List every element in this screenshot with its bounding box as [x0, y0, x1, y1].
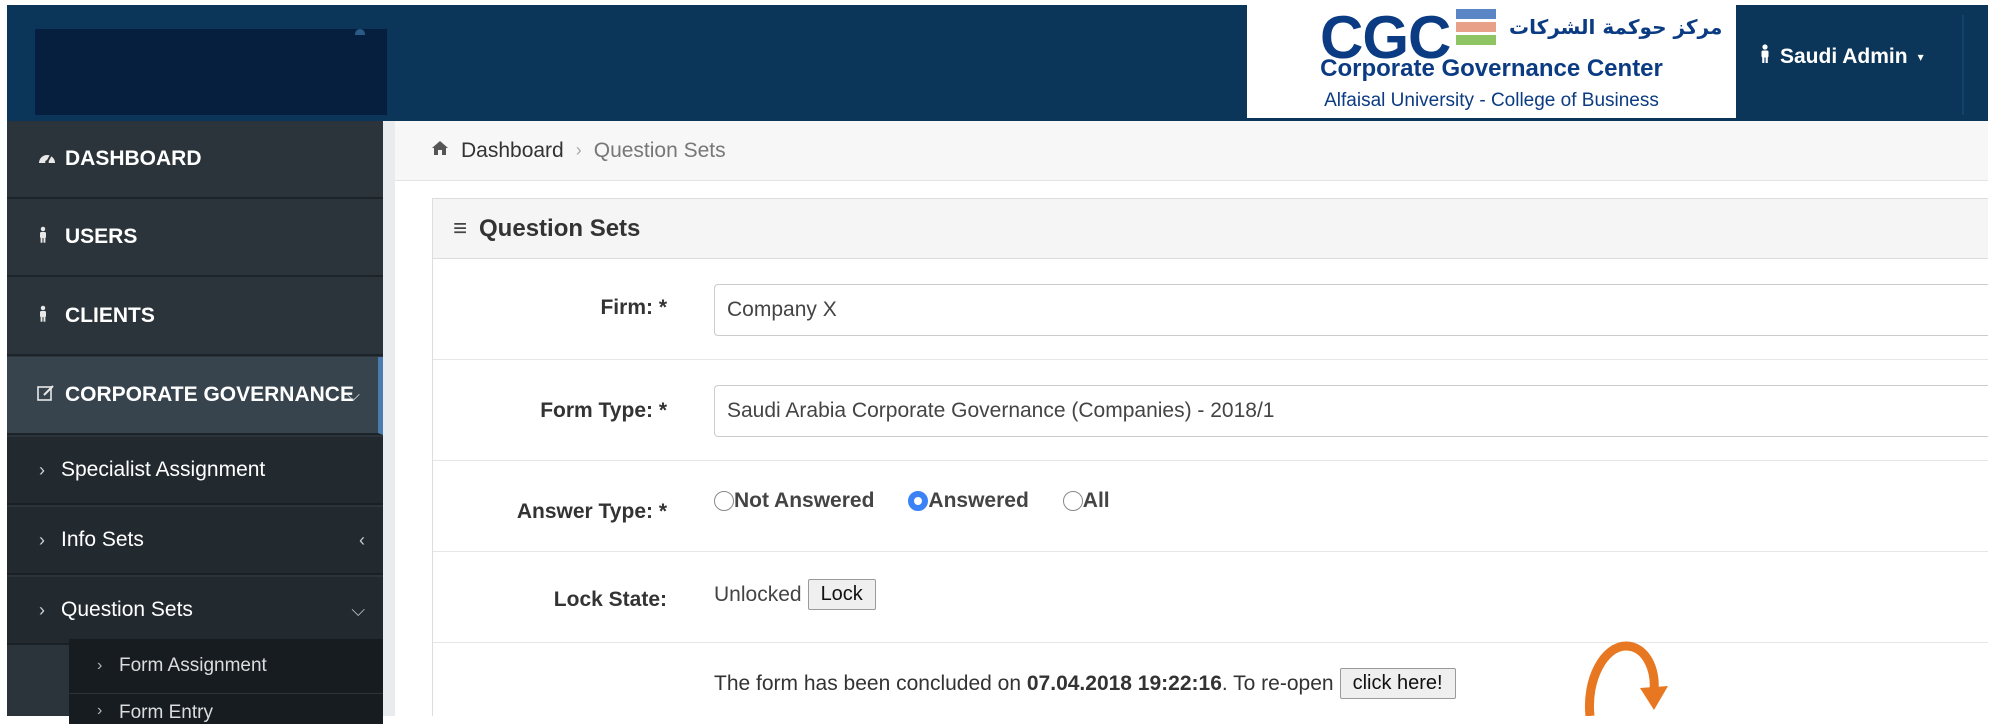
- logo-arabic-name: مركز حوكمة الشركات: [1509, 15, 1723, 39]
- concluded-notice: The form has been concluded on 07.04.201…: [714, 668, 1456, 699]
- sidebar-subitem-label: Specialist Assignment: [61, 458, 266, 481]
- sidebar-resize-gutter[interactable]: [383, 121, 395, 716]
- radio-all[interactable]: [1062, 491, 1083, 511]
- lock-state-label: Lock State:: [553, 588, 667, 611]
- sidebar-item-users[interactable]: USERS: [7, 199, 383, 277]
- page-right-margin: [1988, 0, 2012, 716]
- breadcrumb-current: Question Sets: [593, 138, 726, 162]
- radio-answered-label[interactable]: Answered: [928, 489, 1028, 513]
- concluded-prefix: The form has been concluded on: [714, 671, 1027, 695]
- form-type-label: Form Type: *: [540, 399, 667, 422]
- firm-row: Firm: * Company X: [433, 260, 1989, 360]
- lock-button[interactable]: Lock: [807, 579, 876, 610]
- lock-state-row: Lock State: Unlocked Lock: [433, 553, 1989, 643]
- radio-not-answered-label[interactable]: Not Answered: [734, 489, 874, 513]
- logo-title: Corporate Governance Center: [1320, 55, 1663, 82]
- lock-state: Unlocked Lock: [714, 579, 876, 610]
- logo-bar-blue: [1456, 9, 1496, 19]
- concluded-date: 07.04.2018 19:22:16: [1026, 671, 1222, 695]
- sidebar-subsubitem-form-assignment[interactable]: › Form Assignment: [69, 639, 383, 693]
- edit-icon: [37, 384, 65, 407]
- answer-type-radio-group: Not Answered Answered All: [714, 489, 1144, 513]
- breadcrumb: Dashboard › Question Sets: [395, 121, 1988, 181]
- user-icon: [37, 226, 65, 249]
- breadcrumb-separator-icon: ›: [575, 140, 582, 160]
- chevron-right-icon: ›: [97, 702, 103, 719]
- sidebar-subsubitem-label: Form Assignment: [119, 655, 267, 676]
- sidebar-subitem-label: Question Sets: [61, 598, 193, 621]
- cgc-logo: CGC مركز حوكمة الشركات Corporate Governa…: [1247, 4, 1736, 118]
- radio-answered[interactable]: [908, 491, 929, 511]
- firm-select-value: Company X: [727, 298, 837, 321]
- firm-select[interactable]: Company X: [714, 284, 1989, 336]
- sidebar: DASHBOARD USERS CLIENTS CORPORATE GOVERN…: [7, 121, 383, 724]
- logo-subtitle: Alfaisal University - College of Busines…: [1324, 90, 1659, 111]
- sidebar-subitem-label: Info Sets: [61, 528, 144, 551]
- page: CGC مركز حوكمة الشركات Corporate Governa…: [0, 0, 2012, 724]
- dashboard-icon: [37, 149, 65, 170]
- chevron-right-icon: ›: [39, 599, 45, 620]
- chevron-right-icon: ›: [39, 529, 45, 550]
- annotation-arrow-icon: [1584, 641, 1668, 716]
- navbar-divider: [1962, 15, 1964, 115]
- panel-header: ≡ Question Sets: [433, 199, 1989, 259]
- chevron-left-icon: ‹: [359, 529, 365, 550]
- lock-state-value: Unlocked: [714, 582, 802, 606]
- chevron-right-icon: ›: [39, 459, 45, 480]
- firm-label: Firm: *: [600, 296, 667, 319]
- form-type-select[interactable]: Saudi Arabia Corporate Governance (Compa…: [714, 385, 1989, 437]
- user-menu-label: Saudi Admin: [1780, 45, 1908, 68]
- question-sets-panel: ≡ Question Sets Firm: * Company X Form T…: [432, 198, 1989, 717]
- form-type-select-value: Saudi Arabia Corporate Governance (Compa…: [727, 399, 1275, 422]
- sidebar-item-corporate-governance[interactable]: CORPORATE GOVERNANCE ⌵: [7, 357, 383, 435]
- sidebar-subsubitem-form-entry[interactable]: › Form Entry: [69, 694, 383, 724]
- sidebar-item-label: DASHBOARD: [65, 147, 202, 170]
- brand-decoration: [355, 29, 365, 35]
- sidebar-subitem-question-sets[interactable]: › Question Sets ⌵: [7, 577, 383, 645]
- concluded-row: The form has been concluded on 07.04.201…: [433, 644, 1989, 717]
- sidebar-item-label: CORPORATE GOVERNANCE: [65, 383, 354, 406]
- breadcrumb-home-link[interactable]: Dashboard: [461, 139, 564, 163]
- chevron-down-icon: ⌵: [346, 384, 360, 405]
- user-menu[interactable]: Saudi Admin ▾: [1758, 44, 1924, 70]
- logo-bar-salmon: [1456, 22, 1496, 32]
- reopen-button[interactable]: click here!: [1339, 668, 1456, 699]
- sidebar-subsubitem-label: Form Entry: [119, 702, 213, 723]
- chevron-right-icon: ›: [97, 657, 103, 674]
- caret-down-icon: ▾: [1917, 50, 1924, 64]
- form-type-row: Form Type: * Saudi Arabia Corporate Gove…: [433, 361, 1989, 461]
- user-icon: [37, 305, 65, 328]
- panel-title: Question Sets: [479, 214, 641, 242]
- radio-all-label[interactable]: All: [1083, 489, 1110, 513]
- user-icon: [1758, 44, 1772, 70]
- radio-not-answered[interactable]: [714, 491, 734, 511]
- sidebar-item-dashboard[interactable]: DASHBOARD: [7, 121, 383, 199]
- chevron-down-icon: ⌵: [351, 599, 365, 620]
- concluded-suffix: . To re-open: [1221, 671, 1334, 695]
- home-icon: [431, 140, 449, 161]
- sidebar-item-clients[interactable]: CLIENTS: [7, 278, 383, 356]
- sidebar-subitem-info-sets[interactable]: › Info Sets ‹: [7, 507, 383, 575]
- hamburger-icon: ≡: [453, 214, 468, 242]
- logo-color-bars: [1456, 9, 1496, 48]
- sidebar-subitem-specialist-assignment[interactable]: › Specialist Assignment: [7, 437, 383, 505]
- logo-bar-green: [1456, 35, 1496, 45]
- brand-placeholder: [35, 29, 387, 115]
- sidebar-item-label: CLIENTS: [65, 304, 155, 327]
- answer-type-row: Answer Type: * Not Answered Answered All: [433, 462, 1989, 552]
- sidebar-item-label: USERS: [65, 225, 138, 248]
- answer-type-label: Answer Type: *: [516, 500, 667, 523]
